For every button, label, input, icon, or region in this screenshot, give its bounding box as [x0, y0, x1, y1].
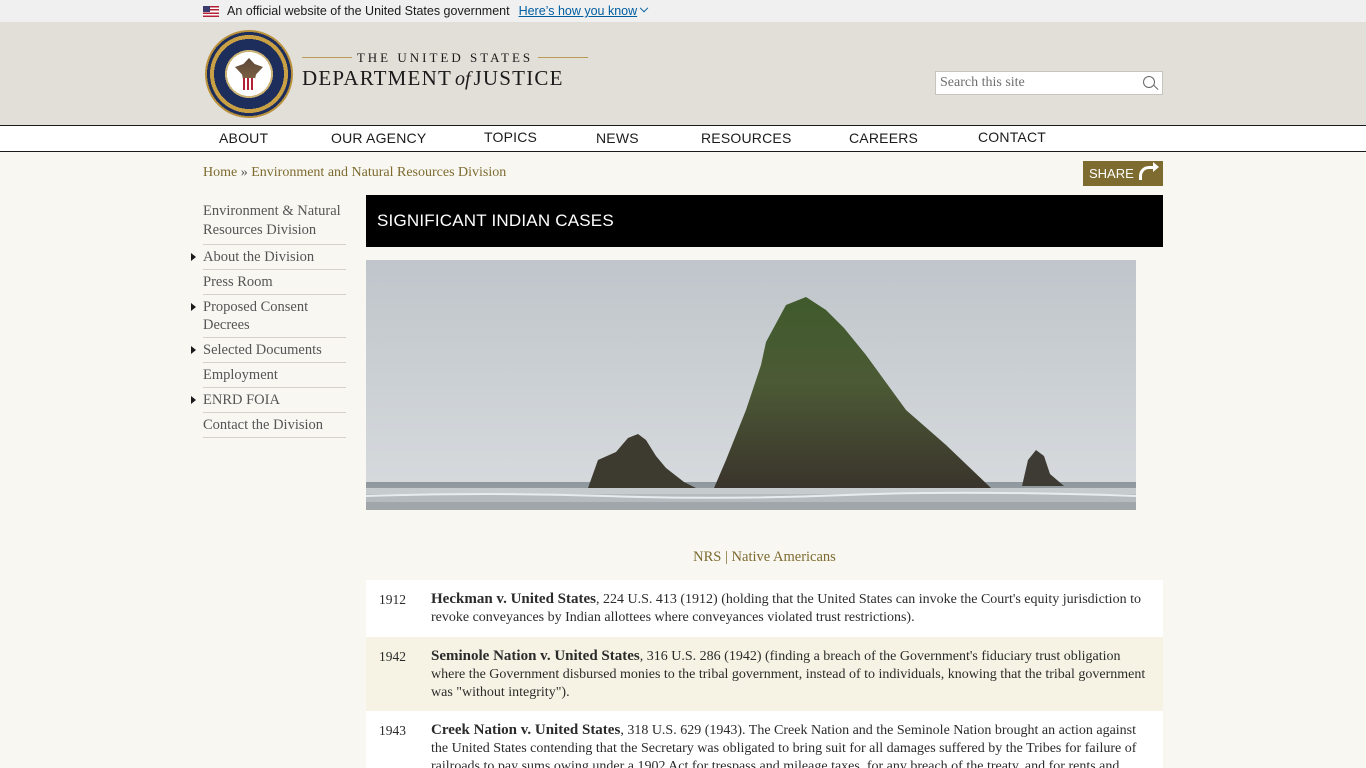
case-name: Seminole Nation v. United States — [431, 648, 640, 664]
heres-how-you-know-link[interactable]: Here’s how you know — [519, 4, 638, 18]
share-label: SHARE — [1089, 166, 1134, 181]
topic-tags: NRS | Native Americans — [366, 549, 1163, 566]
wordmark-of: of — [454, 68, 471, 90]
nav-contact[interactable]: CONTACT — [978, 129, 1046, 145]
nav-resources[interactable]: RESOURCES — [701, 130, 791, 146]
wordmark-main: DEPARTMENT of JUSTICE — [302, 66, 564, 91]
gov-banner: An official website of the United States… — [0, 0, 1366, 22]
case-year: 1942 — [379, 649, 406, 664]
wordmark-justice: JUSTICE — [473, 66, 564, 90]
chevron-down-icon[interactable] — [639, 3, 649, 13]
tag-native-americans[interactable]: Native Americans — [732, 549, 836, 565]
gov-banner-text: An official website of the United States… — [227, 4, 510, 18]
page-title: SIGNIFICANT INDIAN CASES — [377, 211, 614, 230]
wordmark-top: THE UNITED STATES — [302, 50, 588, 66]
case-row: 1942 Seminole Nation v. United States, 3… — [366, 637, 1163, 711]
sidebar-item-enrd-foia[interactable]: ENRD FOIA — [191, 388, 346, 413]
case-text: Creek Nation v. United States, 318 U.S. … — [431, 721, 1156, 768]
wordmark-department: DEPARTMENT — [302, 66, 452, 90]
case-row: 1912 Heckman v. United States, 224 U.S. … — [366, 580, 1163, 637]
case-text: Heckman v. United States, 224 U.S. 413 (… — [431, 590, 1156, 627]
sidebar-item-press-room[interactable]: Press Room — [203, 270, 346, 295]
haystack-rock-image — [366, 260, 1136, 510]
case-name: Heckman v. United States — [431, 591, 596, 607]
hero-image — [366, 260, 1136, 510]
sidebar-nav: Environment & Natural Resources Division… — [191, 202, 346, 438]
case-year: 1943 — [379, 723, 406, 738]
search-icon[interactable] — [1143, 76, 1155, 88]
sidebar-item-employment[interactable]: Employment — [203, 363, 346, 388]
shield-icon — [243, 78, 255, 90]
breadcrumb: Home » Environment and Natural Resources… — [203, 165, 506, 181]
sidebar-item-about-the-division[interactable]: About the Division — [191, 245, 346, 270]
nav-topics[interactable]: TOPICS — [484, 129, 537, 145]
case-year: 1912 — [379, 592, 406, 607]
page-title-bar: SIGNIFICANT INDIAN CASES — [366, 195, 1163, 247]
share-arrow-icon — [1139, 162, 1159, 180]
share-button[interactable]: SHARE — [1083, 161, 1163, 186]
nav-news[interactable]: NEWS — [596, 130, 639, 146]
doj-seal-logo[interactable] — [205, 30, 293, 118]
main-nav: ABOUT OUR AGENCY TOPICS NEWS RESOURCES C… — [0, 125, 1366, 152]
sidebar-item-selected-documents[interactable]: Selected Documents — [191, 338, 346, 363]
case-text: Seminole Nation v. United States, 316 U.… — [431, 647, 1156, 702]
site-search — [935, 71, 1163, 95]
case-name: Creek Nation v. United States — [431, 722, 621, 738]
breadcrumb-home[interactable]: Home — [203, 165, 237, 180]
sidebar-item-contact-the-division[interactable]: Contact the Division — [203, 413, 346, 438]
sidebar-heading[interactable]: Environment & Natural Resources Division — [203, 202, 346, 245]
nav-our-agency[interactable]: OUR AGENCY — [331, 130, 426, 146]
nav-about[interactable]: ABOUT — [219, 130, 268, 146]
us-flag-icon — [203, 5, 219, 17]
tag-separator: | — [725, 549, 728, 565]
sidebar-item-proposed-consent-decrees[interactable]: Proposed Consent Decrees — [191, 295, 346, 338]
tag-nrs[interactable]: NRS — [693, 549, 721, 565]
search-input[interactable] — [936, 72, 1132, 94]
case-row: 1943 Creek Nation v. United States, 318 … — [366, 711, 1163, 768]
nav-careers[interactable]: CAREERS — [849, 130, 918, 146]
breadcrumb-separator: » — [240, 165, 248, 180]
breadcrumb-current[interactable]: Environment and Natural Resources Divisi… — [251, 165, 506, 180]
